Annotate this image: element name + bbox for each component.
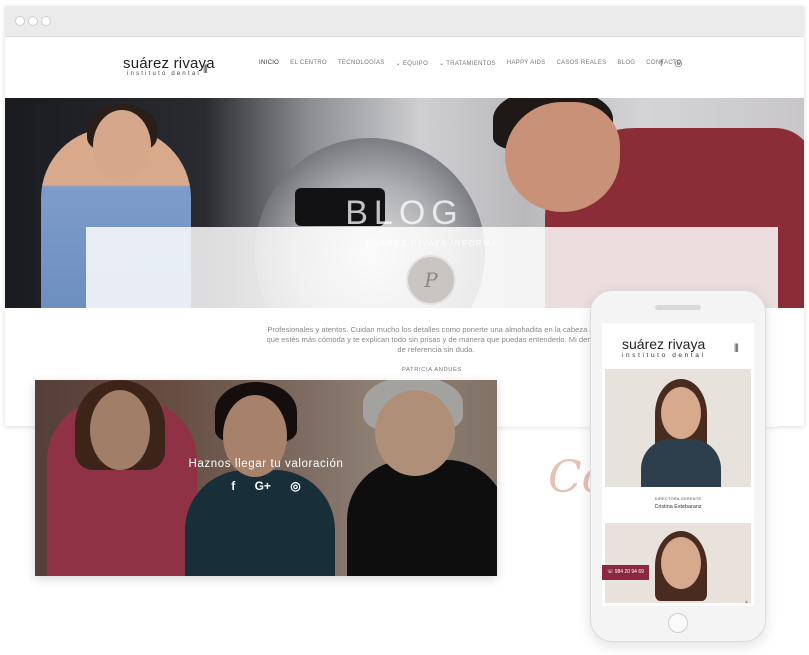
mobile-logo-sub: instituto dental [622,352,706,359]
phone-speaker [655,305,701,310]
logo-mark-icon: ⦀ [203,63,208,76]
testimonial-avatar: P [406,255,456,305]
nav-inicio[interactable]: INICIO [259,60,279,67]
staff-head [661,537,701,589]
feedback-social: f G+ ◎ [35,479,497,493]
call-button[interactable]: ☏ 984 20 94 69 [602,565,649,580]
logo-main-text: suárez rivaya [123,55,215,72]
avatar-initial: P [424,268,438,292]
google-plus-icon[interactable]: G+ [255,479,271,493]
phone-icon: ☏ [607,569,615,575]
nav-tratamientos[interactable]: ⌄ TRATAMIENTOS [439,60,496,67]
header-social: f ◎ [660,58,694,69]
mobile-logo[interactable]: suárez rivaya instituto dental ⦀ [622,336,739,359]
staff-role: DIRECTORA GERENTE [654,497,702,501]
nav-tecnologias[interactable]: TECNOLOGÍAS [338,60,385,67]
feedback-title: Haznos llegar tu valoración [188,458,344,470]
site-logo[interactable]: suárez rivaya instituto dental ⦀ [123,55,215,77]
staff-photo-second [605,523,751,603]
mobile-phone-mockup: suárez rivaya instituto dental ⦀ DIRECTO… [590,290,766,642]
testimonial-quote: Profesionales y atentos. Cuidan mucho lo… [266,325,606,354]
browser-chrome [5,6,804,37]
hero-woman-head [93,110,151,182]
nav-casos-reales[interactable]: CASOS REALES [556,60,606,67]
phone-home-button [668,613,688,633]
nav-blog[interactable]: BLOG [617,60,635,67]
photo-dim-overlay [35,380,497,576]
hero-subtitle: SUÁREZ RIVAYA INFORMA [365,239,499,248]
nav-happy-aids[interactable]: HAPPY AIDS [507,60,546,67]
feedback-photo-card: Haznos llegar tu valoración f G+ ◎ [35,380,497,576]
nav-equipo[interactable]: ⌄ EQUIPO [396,60,428,67]
staff-torso [641,439,721,487]
instagram-icon[interactable]: ◎ [675,58,683,69]
window-dot-icon [41,16,51,26]
nav-el-centro[interactable]: EL CENTRO [290,60,327,67]
window-dot-icon [28,16,38,26]
instagram-icon[interactable]: ◎ [290,479,300,493]
facebook-icon[interactable]: f [231,479,235,493]
window-dot-icon [15,16,25,26]
logo-mark-icon: ⦀ [734,342,739,355]
main-nav: INICIO EL CENTRO TECNOLOGÍAS ⌄ EQUIPO ⌄ … [259,60,693,67]
facebook-icon[interactable]: f [660,58,663,69]
mobile-screen: suárez rivaya instituto dental ⦀ DIRECTO… [602,323,754,606]
scroll-up-icon[interactable]: ▲ [744,599,749,605]
staff-photo [605,369,751,487]
staff-head [661,387,701,439]
site-header: suárez rivaya instituto dental ⦀ INICIO … [5,37,804,97]
staff-name: Cristina Estebaranz [654,504,702,510]
call-number: 984 20 94 69 [614,569,644,575]
mobile-logo-main: suárez rivaya [622,336,706,352]
